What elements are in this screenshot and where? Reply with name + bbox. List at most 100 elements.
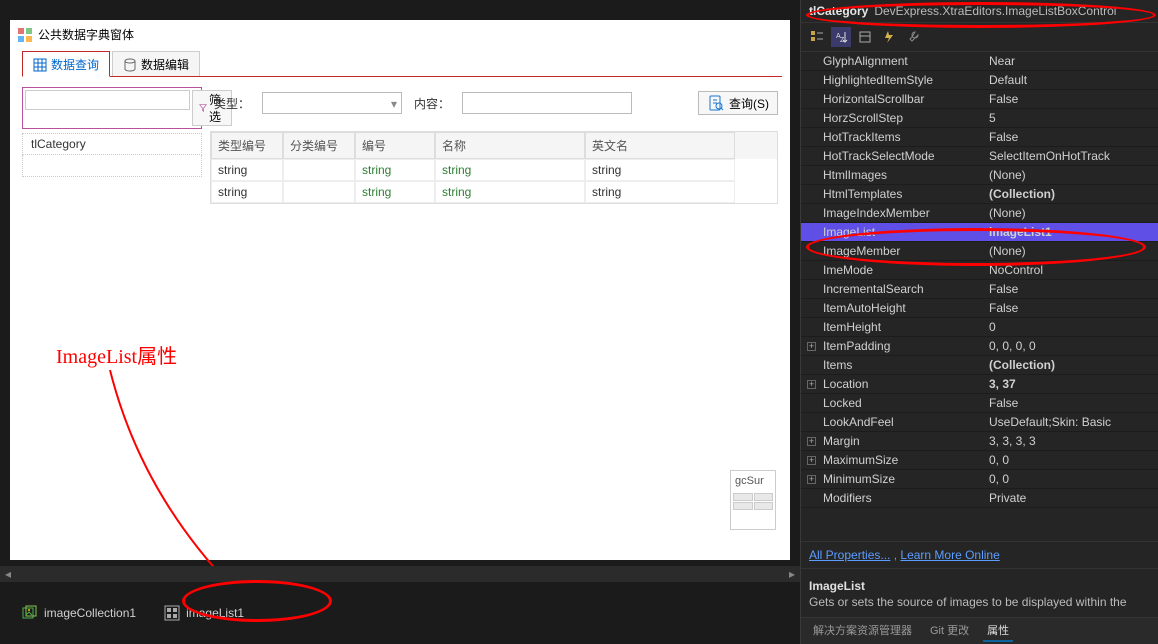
property-row-horzscrollstep[interactable]: HorzScrollStep5: [801, 109, 1158, 128]
property-value[interactable]: False: [983, 92, 1158, 106]
property-value[interactable]: (None): [983, 168, 1158, 182]
data-grid[interactable]: 类型编号 分类编号 编号 名称 英文名 string string string…: [210, 131, 778, 204]
property-row-glyphalignment[interactable]: GlyphAlignmentNear: [801, 52, 1158, 71]
col-no[interactable]: 编号: [355, 132, 435, 159]
property-value[interactable]: (None): [983, 206, 1158, 220]
wrench-icon[interactable]: [903, 27, 923, 47]
property-value[interactable]: UseDefault;Skin: Basic: [983, 415, 1158, 429]
properties-grid[interactable]: GlyphAlignmentNearHighlightedItemStyleDe…: [801, 52, 1158, 541]
property-row-hottrackitems[interactable]: HotTrackItemsFalse: [801, 128, 1158, 147]
property-value[interactable]: 0, 0: [983, 453, 1158, 467]
col-en-name[interactable]: 英文名: [585, 132, 735, 159]
tab-strip: 数据查询 数据编辑: [22, 51, 782, 77]
property-value[interactable]: 0, 0: [983, 472, 1158, 486]
form-title: 公共数据字典窗体: [38, 26, 134, 43]
property-row-items[interactable]: Items(Collection): [801, 356, 1158, 375]
property-row-itempadding[interactable]: +ItemPadding0, 0, 0, 0: [801, 337, 1158, 356]
properties-object-selector[interactable]: tlCategory DevExpress.XtraEditors.ImageL…: [801, 0, 1158, 23]
form-designer-surface[interactable]: 公共数据字典窗体 数据查询 数据编辑: [10, 20, 790, 560]
alphabetical-button[interactable]: AZ: [831, 27, 851, 47]
expand-icon[interactable]: +: [807, 456, 816, 465]
scroll-right-icon[interactable]: ▸: [784, 566, 800, 582]
tab-data-edit[interactable]: 数据编辑: [112, 51, 200, 76]
gcsum-preview[interactable]: gcSur: [730, 470, 776, 530]
properties-button[interactable]: [855, 27, 875, 47]
component-tray: imageCollection1 imageList1: [0, 582, 800, 644]
expand-icon[interactable]: +: [807, 380, 816, 389]
property-value[interactable]: NoControl: [983, 263, 1158, 277]
property-value[interactable]: False: [983, 301, 1158, 315]
learn-more-link[interactable]: Learn More Online: [900, 548, 999, 562]
col-cat-no[interactable]: 分类编号: [283, 132, 355, 159]
svg-text:Z: Z: [840, 37, 845, 44]
property-row-maximumsize[interactable]: +MaximumSize0, 0: [801, 451, 1158, 470]
cell: string: [435, 181, 585, 203]
horizontal-scrollbar[interactable]: ◂ ▸: [0, 566, 800, 582]
property-value[interactable]: 0: [983, 320, 1158, 334]
tab-properties[interactable]: 属性: [983, 620, 1013, 642]
tray-imagecollection1[interactable]: imageCollection1: [16, 601, 142, 625]
col-type-no[interactable]: 类型编号: [211, 132, 283, 159]
expand-icon[interactable]: +: [807, 437, 816, 446]
property-row-modifiers[interactable]: ModifiersPrivate: [801, 489, 1158, 508]
property-value[interactable]: 0, 0, 0, 0: [983, 339, 1158, 353]
property-row-imageindexmember[interactable]: ImageIndexMember(None): [801, 204, 1158, 223]
expand-icon[interactable]: +: [807, 475, 816, 484]
property-value[interactable]: SelectItemOnHotTrack: [983, 149, 1158, 163]
scroll-left-icon[interactable]: ◂: [0, 566, 16, 582]
list-item-tlcategory[interactable]: tlCategory: [22, 133, 202, 155]
property-value[interactable]: False: [983, 130, 1158, 144]
table-row[interactable]: string string string string: [211, 159, 777, 181]
property-row-imagemember[interactable]: ImageMember(None): [801, 242, 1158, 261]
property-name: ImageMember: [801, 244, 983, 258]
property-value[interactable]: (None): [983, 244, 1158, 258]
property-value[interactable]: (Collection): [983, 187, 1158, 201]
property-row-lookandfeel[interactable]: LookAndFeelUseDefault;Skin: Basic: [801, 413, 1158, 432]
property-value[interactable]: imageList1: [983, 225, 1158, 239]
property-row-margin[interactable]: +Margin3, 3, 3, 3: [801, 432, 1158, 451]
property-row-itemautoheight[interactable]: ItemAutoHeightFalse: [801, 299, 1158, 318]
property-value[interactable]: (Collection): [983, 358, 1158, 372]
property-value[interactable]: Near: [983, 54, 1158, 68]
property-row-htmltemplates[interactable]: HtmlTemplates(Collection): [801, 185, 1158, 204]
property-value[interactable]: Private: [983, 491, 1158, 505]
property-value[interactable]: 5: [983, 111, 1158, 125]
categorized-button[interactable]: [807, 27, 827, 47]
tab-data-query[interactable]: 数据查询: [22, 51, 110, 77]
grid-header: 类型编号 分类编号 编号 名称 英文名: [211, 132, 777, 159]
query-button[interactable]: 查询(S): [698, 91, 778, 115]
list-item[interactable]: [22, 155, 202, 177]
property-value[interactable]: False: [983, 282, 1158, 296]
events-button[interactable]: [879, 27, 899, 47]
property-value[interactable]: Default: [983, 73, 1158, 87]
all-properties-link[interactable]: All Properties...: [809, 548, 890, 562]
property-value[interactable]: 3, 37: [983, 377, 1158, 391]
col-name[interactable]: 名称: [435, 132, 585, 159]
property-row-highlighteditemstyle[interactable]: HighlightedItemStyleDefault: [801, 71, 1158, 90]
property-row-horizontalscrollbar[interactable]: HorizontalScrollbarFalse: [801, 90, 1158, 109]
annotation-imagelist-label: ImageList属性: [56, 340, 177, 369]
property-row-hottrackselectmode[interactable]: HotTrackSelectModeSelectItemOnHotTrack: [801, 147, 1158, 166]
properties-panel: tlCategory DevExpress.XtraEditors.ImageL…: [800, 0, 1158, 644]
cell: string: [355, 159, 435, 181]
type-combo[interactable]: ▾: [262, 92, 402, 114]
property-row-imagelist[interactable]: ImageListimageList1: [801, 223, 1158, 242]
property-row-location[interactable]: +Location3, 37: [801, 375, 1158, 394]
property-row-imemode[interactable]: ImeModeNoControl: [801, 261, 1158, 280]
property-name: ItemAutoHeight: [801, 301, 983, 315]
property-row-itemheight[interactable]: ItemHeight0: [801, 318, 1158, 337]
property-row-htmlimages[interactable]: HtmlImages(None): [801, 166, 1158, 185]
property-row-minimumsize[interactable]: +MinimumSize0, 0: [801, 470, 1158, 489]
property-value[interactable]: False: [983, 396, 1158, 410]
property-row-incrementalsearch[interactable]: IncrementalSearchFalse: [801, 280, 1158, 299]
filter-input[interactable]: [25, 90, 190, 110]
filter-row: 筛选: [22, 87, 202, 129]
tab-solution-explorer[interactable]: 解决方案资源管理器: [809, 620, 916, 642]
tab-git-changes[interactable]: Git 更改: [926, 620, 973, 642]
expand-icon[interactable]: +: [807, 342, 816, 351]
table-row[interactable]: string string string string: [211, 181, 777, 203]
content-input[interactable]: [462, 92, 632, 114]
property-value[interactable]: 3, 3, 3, 3: [983, 434, 1158, 448]
property-row-locked[interactable]: LockedFalse: [801, 394, 1158, 413]
tray-imagelist1[interactable]: imageList1: [158, 601, 250, 625]
